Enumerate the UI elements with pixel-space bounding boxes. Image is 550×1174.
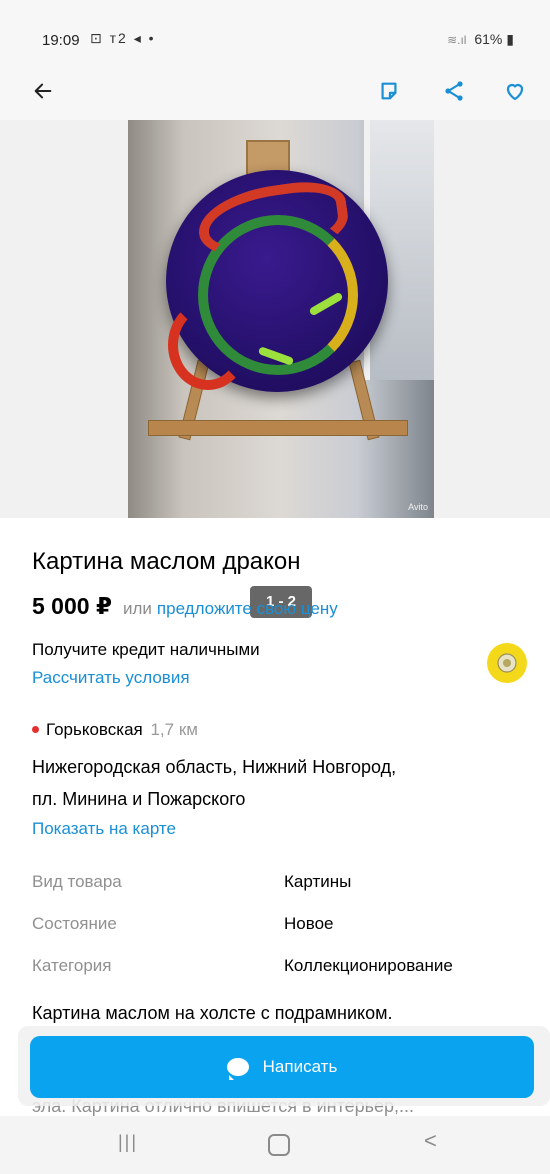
listing-price: 5 000 ₽ (32, 593, 112, 619)
write-message-button[interactable]: Написать (30, 1036, 534, 1098)
param-row: Состояние Новое (32, 910, 532, 952)
metro-distance: 1,7 км (150, 720, 198, 739)
app-bar (0, 62, 550, 120)
recent-apps-button[interactable]: ||| (118, 1132, 138, 1153)
listing-description: Картина маслом на холсте с подрамником. (32, 1003, 393, 1023)
credit-text: Получите кредит наличными (32, 640, 260, 659)
photo-easel-shelf (148, 420, 408, 436)
params-table: Вид товара Картины Состояние Новое Катег… (32, 868, 532, 994)
listing-title: Картина маслом дракон (32, 548, 301, 575)
param-label: Вид товара (32, 872, 122, 891)
system-nav-bar: ||| < (0, 1116, 550, 1174)
metro-station-name: Горьковская (46, 720, 143, 739)
signal-icon: ≋.ıl (447, 33, 467, 47)
param-label: Категория (32, 956, 112, 975)
system-back-button[interactable]: < (424, 1128, 437, 1154)
note-button[interactable] (372, 74, 406, 108)
price-row: 5 000 ₽ или предложите свою цену (32, 593, 338, 620)
back-button[interactable] (26, 74, 60, 108)
offer-price-link[interactable]: предложите свою цену (157, 599, 338, 618)
param-value: Новое (284, 914, 334, 933)
notification-icons: ⊡ т2 ◂ • (90, 30, 156, 46)
note-icon (381, 82, 397, 100)
photo-gallery[interactable]: Avito 1 - 2 (0, 120, 550, 618)
credit-calculate-link[interactable]: Рассчитать условия (32, 668, 190, 688)
bank-logo-icon[interactable] (487, 643, 527, 683)
address-line: Нижегородская область, Нижний Новгород, (32, 757, 397, 777)
share-button[interactable] (437, 74, 471, 108)
chat-bubble-icon (226, 1058, 249, 1080)
share-icon (445, 81, 463, 101)
show-on-map-link[interactable]: Показать на карте (32, 819, 176, 839)
heart-icon (506, 83, 524, 101)
address-line: пл. Минина и Пожарского (32, 789, 246, 809)
home-button[interactable] (268, 1134, 290, 1156)
battery-icon: ▮ (506, 31, 514, 47)
param-label: Состояние (32, 914, 117, 933)
param-value: Картины (284, 872, 352, 891)
price-or-text: или (122, 599, 152, 618)
status-time: 19:09 (42, 32, 80, 49)
write-button-label: Написать (262, 1057, 338, 1076)
status-right: ≋.ıl 61% ▮ (447, 31, 514, 48)
painting-dragon-tail (168, 300, 248, 390)
address: Нижегородская область, Нижний Новгород, … (32, 751, 522, 815)
status-bar: 19:09 ⊡ т2 ◂ • ≋.ıl 61% ▮ (0, 0, 550, 62)
listing-photo[interactable]: Avito (128, 120, 434, 518)
favorite-button[interactable] (498, 74, 532, 108)
photo-watermark: Avito (408, 502, 428, 512)
metro-line-icon (32, 725, 39, 733)
arrow-left-icon (34, 83, 52, 99)
bank-emblem-icon (497, 653, 517, 673)
metro-station: Горьковская 1,7 км (32, 720, 198, 740)
param-row: Вид товара Картины (32, 868, 532, 910)
param-value: Коллекционирование (284, 956, 453, 975)
battery-percent: 61% (474, 31, 503, 47)
param-row: Категория Коллекционирование (32, 952, 532, 994)
